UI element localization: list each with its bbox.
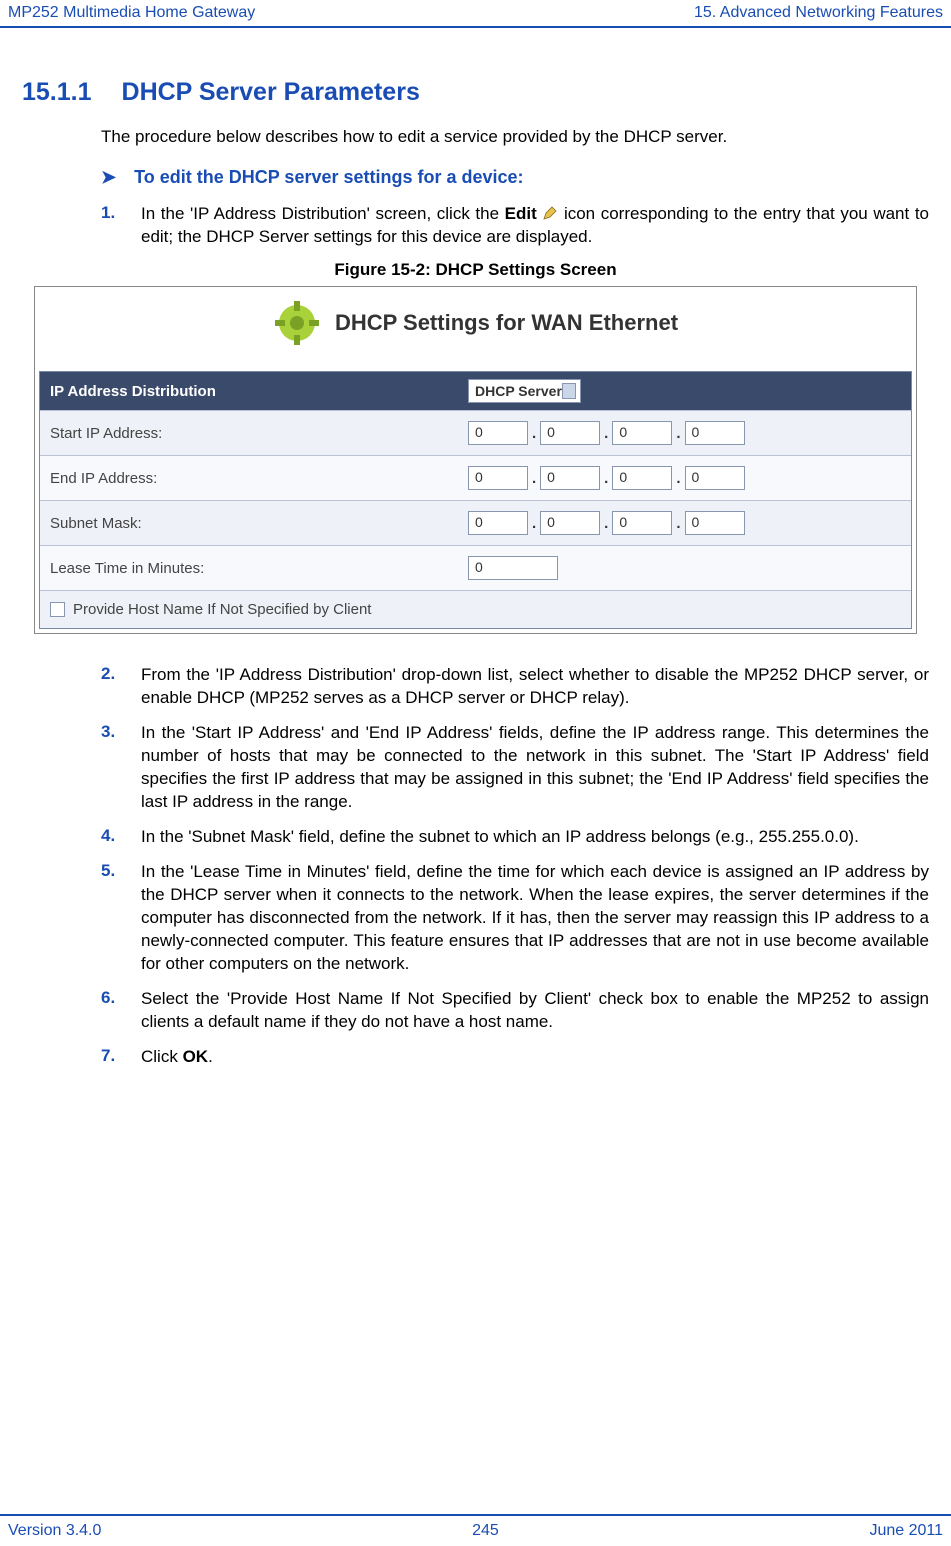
end-ip-octet-3[interactable]: 0 <box>612 466 672 490</box>
step-body: In the 'IP Address Distribution' screen,… <box>141 203 929 249</box>
step-body: In the 'Subnet Mask' field, define the s… <box>141 826 929 849</box>
step-6: 6. Select the 'Provide Host Name If Not … <box>101 988 929 1034</box>
start-ip-octet-1[interactable]: 0 <box>468 421 528 445</box>
header-left: MP252 Multimedia Home Gateway <box>8 4 255 22</box>
step-number: 2. <box>101 664 141 684</box>
screenshot-title: DHCP Settings for WAN Ethernet <box>335 310 678 336</box>
end-ip-octet-1[interactable]: 0 <box>468 466 528 490</box>
arrow-icon: ➤ <box>101 167 116 189</box>
lease-row: Lease Time in Minutes: 0 <box>40 545 911 590</box>
step-body: Select the 'Provide Host Name If Not Spe… <box>141 988 929 1034</box>
gear-icon <box>273 299 321 347</box>
step-2: 2. From the 'IP Address Distribution' dr… <box>101 664 929 710</box>
step-body: Click OK. <box>141 1046 929 1069</box>
subnet-octet-2[interactable]: 0 <box>540 511 600 535</box>
start-ip-octet-3[interactable]: 0 <box>612 421 672 445</box>
step-4: 4. In the 'Subnet Mask' field, define th… <box>101 826 929 849</box>
step-5: 5. In the 'Lease Time in Minutes' field,… <box>101 861 929 976</box>
intro-paragraph: The procedure below describes how to edi… <box>101 127 929 147</box>
row-label: Lease Time in Minutes: <box>50 560 468 577</box>
start-ip-row: Start IP Address: 0. 0. 0. 0 <box>40 410 911 455</box>
end-ip-octet-4[interactable]: 0 <box>685 466 745 490</box>
step-7: 7. Click OK. <box>101 1046 929 1069</box>
step-number: 5. <box>101 861 141 881</box>
step-body: In the 'Lease Time in Minutes' field, de… <box>141 861 929 976</box>
footer-page-number: 245 <box>472 1522 499 1540</box>
hostname-checkbox-row: Provide Host Name If Not Specified by Cl… <box>40 590 911 628</box>
footer-version: Version 3.4.0 <box>8 1522 101 1540</box>
step-number: 6. <box>101 988 141 1008</box>
lease-input[interactable]: 0 <box>468 556 558 580</box>
subnet-row: Subnet Mask: 0. 0. 0. 0 <box>40 500 911 545</box>
subnet-octet-1[interactable]: 0 <box>468 511 528 535</box>
end-ip-octet-2[interactable]: 0 <box>540 466 600 490</box>
section-title: DHCP Server Parameters <box>122 78 420 106</box>
section-heading: 15.1.1 DHCP Server Parameters <box>22 78 929 107</box>
step-number: 4. <box>101 826 141 846</box>
settings-table: IP Address Distribution DHCP Server Star… <box>39 371 912 629</box>
row-label: End IP Address: <box>50 470 468 487</box>
step-number: 7. <box>101 1046 141 1066</box>
step-number: 1. <box>101 203 141 223</box>
step-number: 3. <box>101 722 141 742</box>
checkbox-label: Provide Host Name If Not Specified by Cl… <box>73 601 371 618</box>
ip-distribution-dropdown[interactable]: DHCP Server <box>468 379 581 403</box>
footer-date: June 2011 <box>869 1522 943 1540</box>
dhcp-settings-screenshot: DHCP Settings for WAN Ethernet IP Addres… <box>34 286 917 634</box>
page-header: MP252 Multimedia Home Gateway 15. Advanc… <box>0 0 951 28</box>
step-body: From the 'IP Address Distribution' drop-… <box>141 664 929 710</box>
step-1: 1. In the 'IP Address Distribution' scre… <box>101 203 929 249</box>
row-label: Subnet Mask: <box>50 515 468 532</box>
figure-caption: Figure 15-2: DHCP Settings Screen <box>22 260 929 280</box>
row-label: Start IP Address: <box>50 425 468 442</box>
subnet-octet-3[interactable]: 0 <box>612 511 672 535</box>
start-ip-octet-2[interactable]: 0 <box>540 421 600 445</box>
section-number: 15.1.1 <box>22 78 92 107</box>
header-label: IP Address Distribution <box>50 383 468 400</box>
subnet-octet-4[interactable]: 0 <box>685 511 745 535</box>
step-3: 3. In the 'Start IP Address' and 'End IP… <box>101 722 929 814</box>
start-ip-octet-4[interactable]: 0 <box>685 421 745 445</box>
pencil-icon <box>542 205 558 221</box>
end-ip-row: End IP Address: 0. 0. 0. 0 <box>40 455 911 500</box>
table-header-row: IP Address Distribution DHCP Server <box>40 372 911 410</box>
page-content: 15.1.1 DHCP Server Parameters The procedu… <box>0 28 951 1069</box>
task-text: To edit the DHCP server settings for a d… <box>134 167 523 188</box>
hostname-checkbox[interactable] <box>50 602 65 617</box>
task-heading: ➤ To edit the DHCP server settings for a… <box>101 167 929 189</box>
header-right: 15. Advanced Networking Features <box>694 4 943 22</box>
page-footer: Version 3.4.0 245 June 2011 <box>0 1514 951 1540</box>
step-body: In the 'Start IP Address' and 'End IP Ad… <box>141 722 929 814</box>
screenshot-title-bar: DHCP Settings for WAN Ethernet <box>35 287 916 367</box>
